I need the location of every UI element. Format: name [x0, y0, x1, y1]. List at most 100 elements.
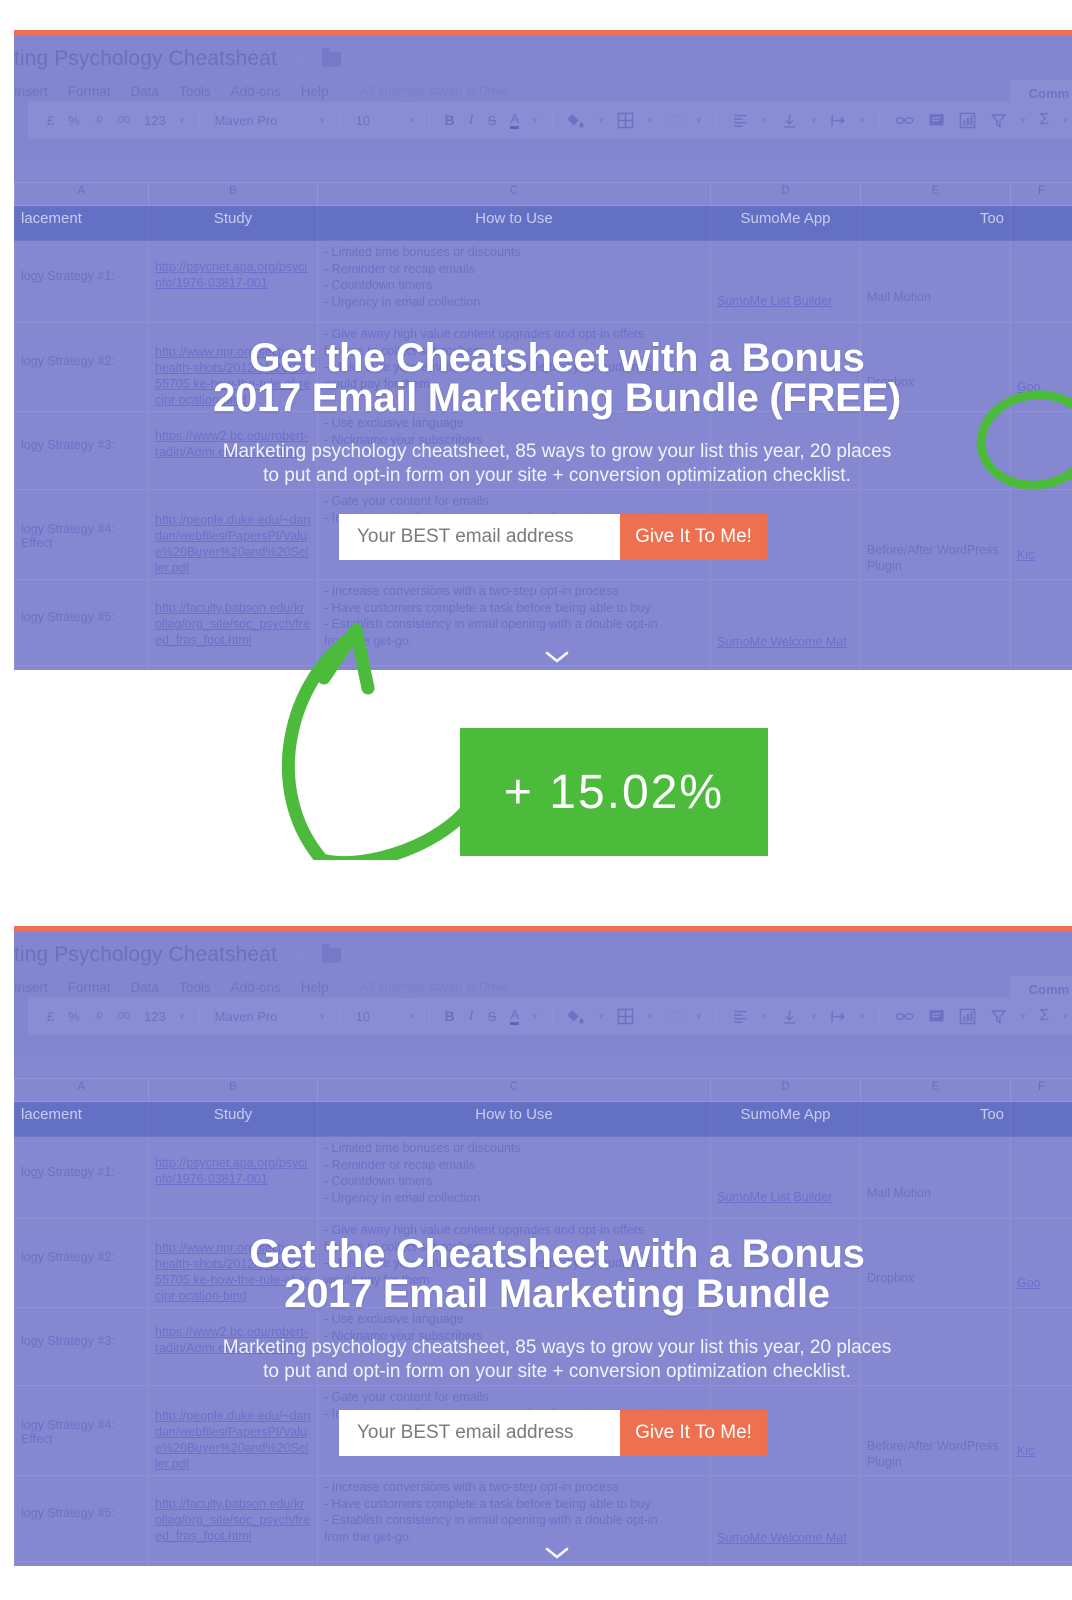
font-size-select[interactable]: 10 — [349, 113, 403, 128]
filter-icon[interactable] — [983, 1008, 1014, 1025]
percent-format-button[interactable]: % — [61, 113, 87, 128]
chevron-down-icon[interactable]: ▼ — [526, 1012, 544, 1021]
chevron-down-icon[interactable]: ▼ — [592, 1012, 610, 1021]
functions-button[interactable]: Σ — [1032, 1007, 1056, 1025]
filter-icon[interactable] — [983, 112, 1014, 129]
chevron-down-icon[interactable]: ▼ — [756, 116, 774, 125]
functions-button[interactable]: Σ — [1032, 111, 1056, 129]
horizontal-align-icon[interactable] — [725, 1008, 756, 1025]
link-icon[interactable] — [888, 112, 921, 129]
menu-item-tools[interactable]: Tools — [169, 84, 221, 99]
chevron-down-icon[interactable]: ▼ — [756, 1012, 774, 1021]
font-family-select[interactable]: Maven Pro — [208, 1009, 314, 1024]
column-header-d[interactable]: D — [710, 182, 861, 206]
menu-item-format[interactable]: Format — [58, 980, 121, 995]
text-wrap-icon[interactable] — [823, 112, 854, 129]
increase-decimal-button[interactable]: .00 — [109, 1011, 137, 1022]
menu-item-help[interactable]: Help — [291, 84, 339, 99]
decrease-decimal-button[interactable]: .0 — [87, 115, 109, 126]
comment-icon[interactable] — [921, 1008, 952, 1025]
chevron-down-icon[interactable]: ▼ — [1014, 116, 1032, 125]
chevron-down-icon[interactable]: ▼ — [403, 1012, 421, 1021]
link-icon[interactable] — [888, 1008, 921, 1025]
merge-cells-icon[interactable] — [659, 1008, 690, 1025]
column-header-f[interactable]: F — [1010, 1078, 1072, 1102]
comment-icon[interactable] — [921, 112, 952, 129]
text-color-button[interactable]: A — [503, 112, 526, 129]
menu-item-addons[interactable]: Add-ons — [221, 980, 291, 995]
bold-button[interactable]: B — [438, 1008, 462, 1024]
menu-item-help[interactable]: Help — [291, 980, 339, 995]
folder-icon[interactable] — [322, 47, 342, 67]
number-format-button[interactable]: 123 — [137, 1009, 173, 1024]
chevron-down-icon[interactable]: ▼ — [173, 116, 191, 125]
menu-item-format[interactable]: Format — [58, 84, 121, 99]
bold-button[interactable]: B — [438, 112, 462, 128]
chevron-down-icon[interactable]: ▼ — [641, 116, 659, 125]
column-header-d[interactable]: D — [710, 1078, 861, 1102]
currency-format-button[interactable]: £ — [40, 113, 61, 128]
folder-icon[interactable] — [322, 943, 342, 963]
chart-icon[interactable] — [952, 1008, 983, 1025]
email-input[interactable] — [339, 1410, 620, 1456]
strikethrough-button[interactable]: S — [481, 113, 504, 128]
chevron-down-icon[interactable]: ▼ — [641, 1012, 659, 1021]
font-size-select[interactable]: 10 — [349, 1009, 403, 1024]
increase-decimal-button[interactable]: .00 — [109, 115, 137, 126]
merge-cells-icon[interactable] — [659, 112, 690, 129]
vertical-align-icon[interactable] — [774, 1008, 805, 1025]
column-header-f[interactable]: F — [1010, 182, 1072, 206]
chevron-down-icon[interactable]: ▼ — [173, 1012, 191, 1021]
menu-item-data[interactable]: Data — [121, 84, 170, 99]
fill-color-icon[interactable] — [561, 1008, 592, 1025]
column-header-b[interactable]: B — [148, 1078, 318, 1102]
chevron-down-icon[interactable]: ▼ — [403, 116, 421, 125]
chevron-down-icon[interactable]: ▼ — [592, 116, 610, 125]
column-header-a[interactable]: A — [14, 182, 149, 206]
menu-item-tools[interactable]: Tools — [169, 980, 221, 995]
chevron-down-icon[interactable]: ▼ — [805, 1012, 823, 1021]
column-header-c[interactable]: C — [317, 1078, 711, 1102]
italic-button[interactable]: I — [462, 112, 481, 129]
percent-format-button[interactable]: % — [61, 1009, 87, 1024]
horizontal-align-icon[interactable] — [725, 112, 756, 129]
menu-item-insert[interactable]: Insert — [14, 980, 58, 995]
submit-button[interactable]: Give It To Me! — [620, 514, 767, 560]
vertical-align-icon[interactable] — [774, 112, 805, 129]
column-header-e[interactable]: E — [860, 182, 1011, 206]
chevron-down-icon[interactable]: ▼ — [690, 116, 708, 125]
borders-icon[interactable] — [610, 112, 641, 129]
chevron-down-icon[interactable]: ▼ — [690, 1012, 708, 1021]
text-color-button[interactable]: A — [503, 1008, 526, 1025]
column-header-c[interactable]: C — [317, 182, 711, 206]
number-format-button[interactable]: 123 — [137, 113, 173, 128]
fill-color-icon[interactable] — [561, 112, 592, 129]
menu-item-data[interactable]: Data — [121, 980, 170, 995]
chevron-down-icon[interactable]: ▼ — [526, 116, 544, 125]
email-input[interactable] — [339, 514, 620, 560]
chevron-down-icon[interactable]: ▼ — [1014, 1012, 1032, 1021]
currency-format-button[interactable]: £ — [40, 1009, 61, 1024]
strikethrough-button[interactable]: S — [481, 1009, 504, 1024]
chevron-down-icon[interactable]: ▼ — [314, 1012, 332, 1021]
decrease-decimal-button[interactable]: .0 — [87, 1011, 109, 1022]
chevron-down-icon[interactable]: ▼ — [1056, 1012, 1072, 1021]
chevron-down-icon[interactable]: ▼ — [854, 116, 872, 125]
text-wrap-icon[interactable] — [823, 1008, 854, 1025]
menu-item-addons[interactable]: Add-ons — [221, 84, 291, 99]
borders-icon[interactable] — [610, 1008, 641, 1025]
star-icon[interactable]: ☆ — [293, 49, 308, 69]
chevron-down-icon[interactable]: ▼ — [1056, 116, 1072, 125]
chevron-down-icon[interactable]: ▼ — [314, 116, 332, 125]
italic-button[interactable]: I — [462, 1008, 481, 1025]
column-header-b[interactable]: B — [148, 182, 318, 206]
chevron-down-icon[interactable]: ▼ — [805, 116, 823, 125]
chevron-down-icon[interactable]: ▼ — [854, 1012, 872, 1021]
column-header-e[interactable]: E — [860, 1078, 1011, 1102]
submit-button[interactable]: Give It To Me! — [620, 1410, 767, 1456]
font-family-select[interactable]: Maven Pro — [208, 113, 314, 128]
chart-icon[interactable] — [952, 112, 983, 129]
star-icon[interactable]: ☆ — [293, 945, 308, 965]
menu-item-insert[interactable]: Insert — [14, 84, 58, 99]
column-header-a[interactable]: A — [14, 1078, 149, 1102]
